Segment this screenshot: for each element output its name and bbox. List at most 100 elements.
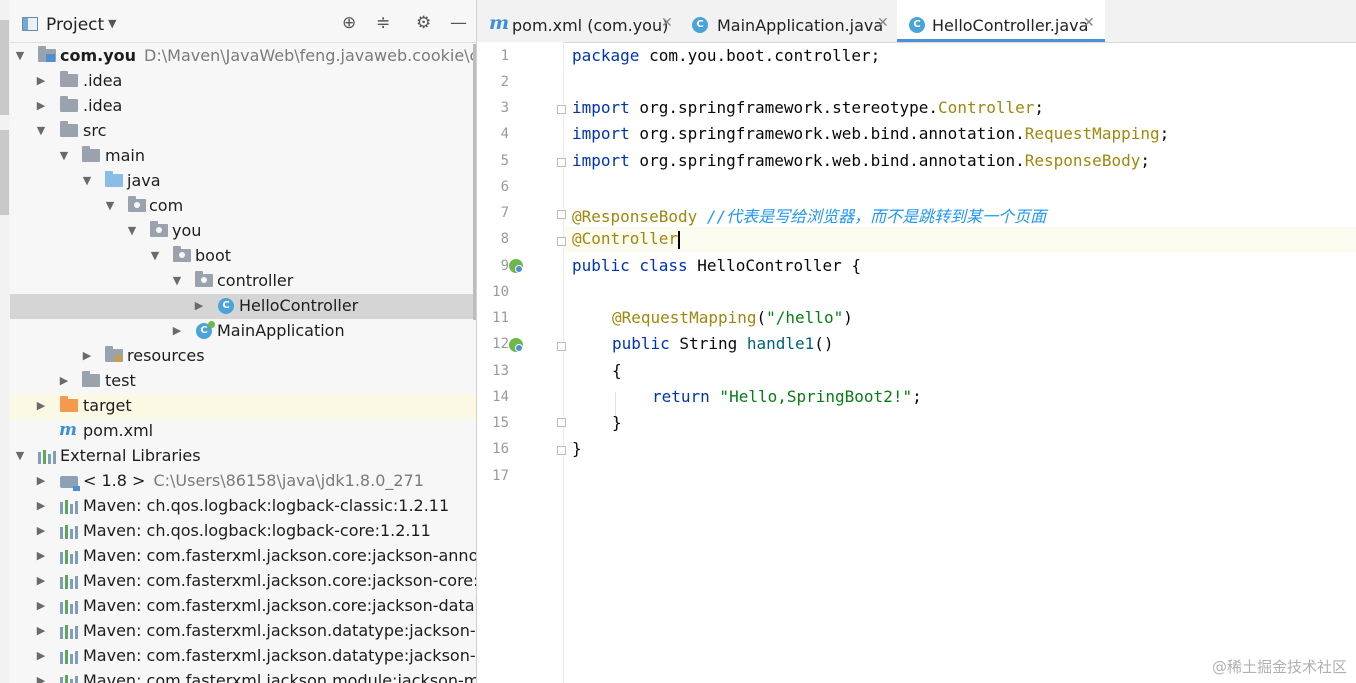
project-tool-tab[interactable] [0, 20, 9, 115]
chevron-down-icon[interactable]: ▼ [82, 174, 92, 187]
tree-item-label: Maven: com.fasterxml.jackson.core:jackso… [83, 571, 476, 590]
chevron-right-icon[interactable]: ▶ [36, 649, 46, 662]
chevron-down-icon[interactable]: ▼ [59, 149, 69, 162]
chevron-right-icon[interactable]: ▶ [82, 349, 92, 362]
chevron-right-icon[interactable]: ▶ [36, 574, 46, 587]
chevron-right-icon[interactable]: ▶ [36, 524, 46, 537]
line-number: 14 [492, 389, 509, 405]
chevron-right-icon[interactable]: ▶ [36, 674, 46, 683]
chevron-right-icon[interactable]: ▶ [36, 474, 46, 487]
fold-marker-icon[interactable] [557, 210, 566, 219]
chevron-down-icon[interactable]: ▼ [36, 124, 46, 137]
tree-item-label: main [105, 146, 145, 165]
tree-item-controller[interactable]: ▼ controller [10, 269, 476, 294]
tree-item-hellocontroller[interactable]: ▶ C HelloController [10, 294, 476, 319]
fold-marker-icon[interactable] [557, 418, 566, 427]
chevron-right-icon[interactable]: ▶ [59, 374, 69, 387]
string-literal: "Hello,SpringBoot2!" [709, 387, 913, 406]
keyword: import [572, 124, 630, 143]
library-icon [60, 600, 78, 614]
keyword: import [572, 151, 630, 170]
tree-item-target[interactable]: ▶ target [10, 394, 476, 419]
gear-icon[interactable]: ⚙ [416, 13, 431, 33]
chevron-right-icon[interactable]: ▶ [36, 99, 46, 112]
tree-item-main[interactable]: ▼ main [10, 144, 476, 169]
tree-item-com-you[interactable]: ▼ com.you D:\Maven\JavaWeb\feng.javaweb.c… [10, 44, 476, 69]
tree-item-resources[interactable]: ▶ resources [10, 344, 476, 369]
tree-item-library[interactable]: ▶ Maven: com.fasterxml.jackson.core:jack… [10, 544, 476, 569]
chevron-right-icon[interactable]: ▶ [36, 499, 46, 512]
line-number: 15 [492, 415, 509, 431]
tree-item-mainapplication[interactable]: ▶ C MainApplication [10, 319, 476, 344]
tree-item-library[interactable]: ▶ Maven: com.fasterxml.jackson.core:jack… [10, 594, 476, 619]
text-caret [677, 230, 680, 249]
return-type: String [669, 334, 747, 353]
tree-item-you[interactable]: ▼ you [10, 219, 476, 244]
chevron-right-icon[interactable]: ▶ [36, 624, 46, 637]
line-number: 4 [500, 126, 509, 142]
close-icon[interactable]: ✕ [877, 15, 889, 31]
tree-item-test[interactable]: ▶ test [10, 369, 476, 394]
chevron-down-icon[interactable]: ▼ [127, 224, 137, 237]
fold-marker-icon[interactable] [557, 342, 566, 351]
chevron-right-icon[interactable]: ▶ [36, 74, 46, 87]
tree-item-idea[interactable]: ▶ .idea [10, 69, 476, 94]
tree-item-label: .idea [83, 71, 123, 90]
chevron-right-icon[interactable]: ▶ [172, 324, 182, 337]
fold-marker-icon[interactable] [557, 237, 566, 246]
tree-item-library[interactable]: ▶ Maven: com.fasterxml.jackson.core:jack… [10, 569, 476, 594]
chevron-right-icon[interactable]: ▶ [194, 299, 204, 312]
tree-item-library[interactable]: ▶ Maven: com.fasterxml.jackson.module:ja… [10, 669, 476, 683]
close-icon[interactable]: ✕ [1083, 15, 1095, 31]
structure-tool-tab[interactable] [0, 130, 9, 215]
close-icon[interactable]: ✕ [661, 15, 673, 31]
maven-icon: m [59, 420, 77, 440]
locate-icon[interactable]: ⊕ [342, 13, 356, 33]
chevron-down-icon[interactable]: ▼ [105, 199, 115, 212]
import-path: org.springframework.web.bind.annotation. [629, 151, 1025, 170]
spring-mapping-gutter-icon[interactable] [509, 338, 523, 352]
keyword: return [652, 387, 710, 406]
fold-marker-icon[interactable] [557, 446, 566, 455]
hide-icon[interactable]: — [450, 13, 467, 33]
tree-item-java[interactable]: ▼ java [10, 169, 476, 194]
chevron-down-icon[interactable]: ▼ [172, 274, 182, 287]
tree-item-boot[interactable]: ▼ boot [10, 244, 476, 269]
tab-mainapplication[interactable]: C MainApplication.java ✕ [687, 0, 899, 42]
java-class-icon: C [218, 298, 234, 314]
chevron-right-icon[interactable]: ▶ [36, 599, 46, 612]
jdk-icon [60, 476, 80, 491]
spring-bean-gutter-icon[interactable] [509, 259, 523, 273]
package-name: com.you.boot.controller; [639, 46, 881, 65]
fold-marker-icon[interactable] [557, 105, 566, 114]
tree-item-pom-xml[interactable]: m pom.xml [10, 419, 476, 444]
tree-item-jdk[interactable]: ▶ < 1.8 > C:\Users\86158\java\jdk1.8.0_27… [10, 469, 476, 494]
fold-marker-icon[interactable] [557, 158, 566, 167]
tab-pom-xml[interactable]: m pom.xml (com.you) ✕ [477, 0, 687, 42]
code-line-5: import org.springframework.web.bind.anno… [572, 151, 1150, 170]
folder-icon [60, 96, 78, 112]
tree-item-library[interactable]: ▶ Maven: ch.qos.logback:logback-classic:… [10, 494, 476, 519]
tree-item-label: Maven: com.fasterxml.jackson.module:jack… [83, 671, 476, 683]
project-pane-title[interactable]: Project [46, 15, 104, 35]
tab-hellocontroller[interactable]: C HelloController.java ✕ [897, 0, 1105, 42]
chevron-right-icon[interactable]: ▶ [36, 399, 46, 412]
chevron-down-icon[interactable]: ▼ [15, 49, 25, 62]
module-folder-icon [38, 46, 56, 62]
tree-item-library[interactable]: ▶ Maven: com.fasterxml.jackson.datatype:… [10, 619, 476, 644]
tree-item-label: MainApplication [217, 321, 345, 340]
tree-item-src[interactable]: ▼ src [10, 119, 476, 144]
chevron-down-icon[interactable]: ▼ [15, 449, 25, 462]
chevron-down-icon[interactable]: ▼ [150, 249, 160, 262]
tree-item-library[interactable]: ▶ Maven: ch.qos.logback:logback-core:1.2… [10, 519, 476, 544]
tree-item-idea[interactable]: ▶ .idea [10, 94, 476, 119]
editor-gutter: 1 2 3 4 5 6 7 8 9 10 11 12 13 14 15 16 1… [477, 42, 566, 683]
tree-item-com[interactable]: ▼ com [10, 194, 476, 219]
chevron-right-icon[interactable]: ▶ [36, 549, 46, 562]
folder-icon [60, 121, 78, 137]
collapse-all-icon[interactable]: ≑ [376, 13, 390, 33]
tree-item-external-libraries[interactable]: ▼ External Libraries [10, 444, 476, 469]
chevron-down-icon[interactable]: ▼ [108, 17, 116, 30]
library-icon [60, 525, 78, 539]
tree-item-library[interactable]: ▶ Maven: com.fasterxml.jackson.datatype:… [10, 644, 476, 669]
